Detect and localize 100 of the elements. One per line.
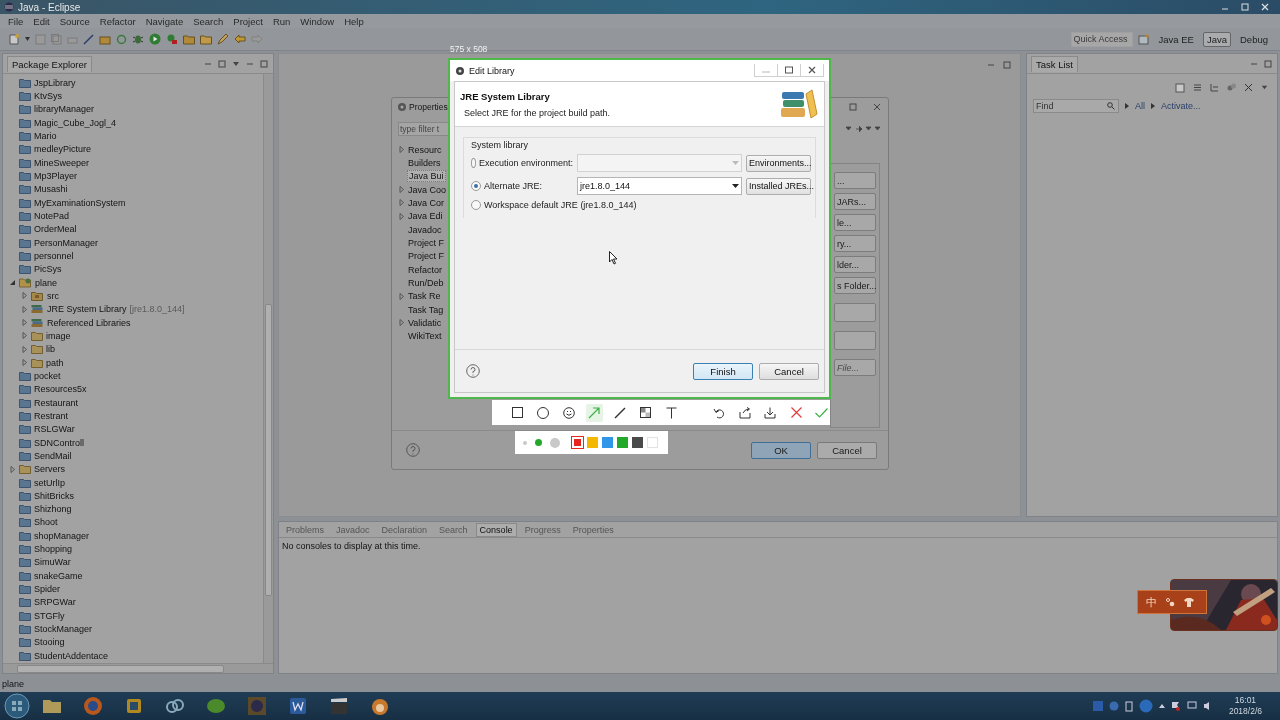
- collapsed-arrow-icon[interactable]: [21, 359, 28, 367]
- tree-item[interactable]: JRE System Library: [47, 304, 127, 315]
- tree-item[interactable]: Java Edi: [407, 211, 444, 222]
- new-file-icon[interactable]: [8, 33, 20, 45]
- tree-item[interactable]: plane: [35, 277, 58, 288]
- dialog-button[interactable]: Cancel: [817, 441, 877, 459]
- menu-item[interactable]: Run: [267, 15, 296, 27]
- find-field[interactable]: Find: [1033, 99, 1119, 113]
- collapsed-arrow-icon[interactable]: [398, 199, 405, 207]
- tree-item[interactable]: Project F: [407, 237, 445, 248]
- brush-size-dot[interactable]: [535, 439, 542, 446]
- refresh-icon[interactable]: [116, 33, 127, 45]
- menu-item[interactable]: Project: [228, 15, 268, 27]
- tree-item[interactable]: lib: [46, 344, 55, 355]
- tree-item[interactable]: Task Tag: [407, 304, 445, 315]
- collapsed-arrow-icon[interactable]: [21, 305, 28, 313]
- input-mode-label[interactable]: 中: [1146, 594, 1157, 610]
- word-icon[interactable]: [289, 697, 307, 715]
- globe-icon[interactable]: [83, 696, 103, 716]
- tree-item[interactable]: personnel: [34, 250, 74, 261]
- tree-item[interactable]: Mario: [34, 130, 57, 141]
- phone-icon[interactable]: [1124, 700, 1133, 712]
- open-folder-icon[interactable]: [183, 33, 195, 45]
- eclipse-icon[interactable]: [247, 696, 267, 716]
- run-icon[interactable]: [149, 33, 161, 45]
- view-tab[interactable]: Task List: [1031, 55, 1078, 72]
- tree-item[interactable]: Task Re: [407, 291, 442, 302]
- filter-field[interactable]: type filter t: [398, 122, 450, 136]
- start-orb-icon[interactable]: [4, 693, 30, 719]
- tree-item[interactable]: MineSweeper: [34, 157, 90, 168]
- menu-item[interactable]: Edit: [28, 15, 55, 27]
- radio-button[interactable]: [471, 200, 481, 210]
- tree-item[interactable]: ShitBricks: [34, 490, 74, 501]
- close-icon[interactable]: [1243, 81, 1254, 93]
- tree-item[interactable]: Restaurant: [34, 397, 79, 408]
- tree-icon[interactable]: [1209, 81, 1220, 93]
- folder-icon[interactable]: [42, 698, 62, 714]
- tree-item[interactable]: Builders: [407, 158, 442, 168]
- button[interactable]: [834, 303, 876, 322]
- tree-item[interactable]: medleyPicture: [34, 144, 92, 155]
- tree-item[interactable]: NotePad: [34, 210, 70, 221]
- brush-size-dot[interactable]: [523, 440, 527, 445]
- forward-arrow-icon[interactable]: [251, 34, 263, 44]
- tree-item[interactable]: Project F: [407, 251, 445, 262]
- link-icon[interactable]: [217, 58, 227, 69]
- moon-icon[interactable]: [1166, 597, 1175, 607]
- scrollbar-thumb[interactable]: [17, 664, 224, 673]
- brush-size-dot[interactable]: [550, 437, 560, 448]
- collapsed-arrow-icon[interactable]: [398, 212, 405, 220]
- color-swatch[interactable]: [587, 437, 598, 448]
- tree-item[interactable]: Java Bui: [407, 170, 446, 183]
- collapsed-arrow-icon[interactable]: [21, 319, 28, 327]
- tree-item[interactable]: shopManager: [34, 530, 90, 541]
- tree-item[interactable]: Spider: [34, 584, 60, 595]
- collapsed-arrow-icon[interactable]: [21, 292, 28, 300]
- tree-item[interactable]: PersonManager: [34, 237, 99, 248]
- link[interactable]: Activate...: [1161, 101, 1201, 111]
- color-swatch[interactable]: [617, 437, 628, 448]
- package-icon[interactable]: [99, 33, 111, 45]
- radio-label[interactable]: Execution environment:: [478, 158, 573, 168]
- tree-item[interactable]: pocket: [34, 370, 61, 381]
- tree-item[interactable]: SDNControll: [34, 437, 84, 448]
- view-tab[interactable]: Package Explorer: [7, 55, 92, 72]
- leaf-icon[interactable]: [206, 696, 226, 716]
- menu-item[interactable]: Refactor: [94, 15, 141, 27]
- tree-item[interactable]: Javadoc: [407, 224, 443, 235]
- collapsed-arrow-icon[interactable]: [398, 292, 405, 300]
- button[interactable]: JARs...: [834, 193, 876, 210]
- dialog-button[interactable]: Finish: [693, 362, 753, 380]
- tree-item[interactable]: Stooing: [34, 637, 65, 648]
- button[interactable]: lder...: [834, 256, 876, 273]
- tree-item[interactable]: Restrant: [34, 410, 68, 421]
- tree-item[interactable]: WikiText: [407, 331, 443, 342]
- tree-item[interactable]: Validatic: [407, 317, 443, 328]
- list-icon[interactable]: [1192, 81, 1203, 93]
- nav-arrows-icon[interactable]: [846, 125, 880, 133]
- dropdown-caret-icon[interactable]: [25, 37, 30, 41]
- tree-item[interactable]: SimuWar: [34, 557, 71, 568]
- tree-item[interactable]: setUrlIp: [34, 477, 65, 488]
- tree-item[interactable]: RSLGWar: [34, 424, 75, 435]
- tree-item[interactable]: image: [46, 330, 71, 341]
- collapsed-arrow-icon[interactable]: [21, 345, 28, 353]
- radio-label[interactable]: Workspace default JRE (jre1.8.0_144): [484, 200, 637, 210]
- menu-item[interactable]: File: [3, 15, 29, 27]
- tree-item[interactable]: Musashi: [34, 184, 68, 195]
- dropdown[interactable]: jre1.8.0_144: [577, 177, 742, 195]
- tree-item[interactable]: path: [46, 357, 64, 368]
- collapsed-arrow-icon[interactable]: [21, 332, 28, 340]
- dialog-button[interactable]: Cancel: [759, 362, 819, 380]
- network-icon[interactable]: [1186, 701, 1197, 711]
- shirt-icon[interactable]: [1184, 597, 1194, 607]
- tree-item[interactable]: PicSys: [34, 264, 62, 275]
- tree-item[interactable]: OrderMeal: [34, 224, 77, 235]
- radio-button[interactable]: [471, 181, 481, 191]
- perspective-button[interactable]: Java: [1202, 31, 1231, 47]
- tree-item[interactable]: src: [47, 290, 59, 301]
- tree-item[interactable]: Shopping: [34, 544, 73, 555]
- save-all-icon[interactable]: [51, 33, 62, 45]
- folder-icon[interactable]: [200, 33, 212, 45]
- tree-item[interactable]: Resourc: [407, 144, 443, 155]
